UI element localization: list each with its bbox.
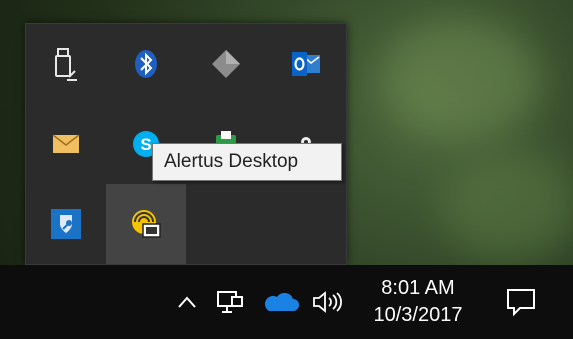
outlook-icon [292,52,320,76]
usb-eject-icon [55,48,77,81]
tray-item-mail[interactable] [26,104,106,184]
tray-item-bluetooth[interactable] [106,24,186,104]
volume-icon [313,291,342,313]
chevron-up-icon [178,296,196,308]
tray-item-usb-eject[interactable] [26,24,106,104]
tray-item-outlook[interactable] [266,24,346,104]
clock-time: 8:01 AM [381,277,455,299]
alertus-desktop-icon [132,210,161,238]
mail-icon [52,134,80,153]
network-button[interactable] [214,287,248,317]
show-hidden-icons-button[interactable] [172,287,202,317]
taskbar: 8:01 AM 10/3/2017 [0,265,573,339]
clock-button[interactable]: 8:01 AM 10/3/2017 [358,265,478,339]
clock-date: 10/3/2017 [373,304,463,326]
action-center-icon [507,289,535,317]
bluetooth-icon [135,50,157,78]
onedrive-icon [264,292,299,311]
tooltip: Alertus Desktop [152,143,342,181]
volume-button[interactable] [310,287,344,317]
tray-item-alertus-desktop[interactable] [106,184,186,264]
network-icon [217,291,243,313]
onedrive-button[interactable] [262,287,300,317]
svg-text:S: S [140,135,151,154]
diamond-app-icon [212,50,240,78]
shield-key-icon [51,209,81,239]
action-center-button[interactable] [503,285,539,319]
tray-item-shield-key[interactable] [26,184,106,264]
tray-item-diamond-app[interactable] [186,24,266,104]
